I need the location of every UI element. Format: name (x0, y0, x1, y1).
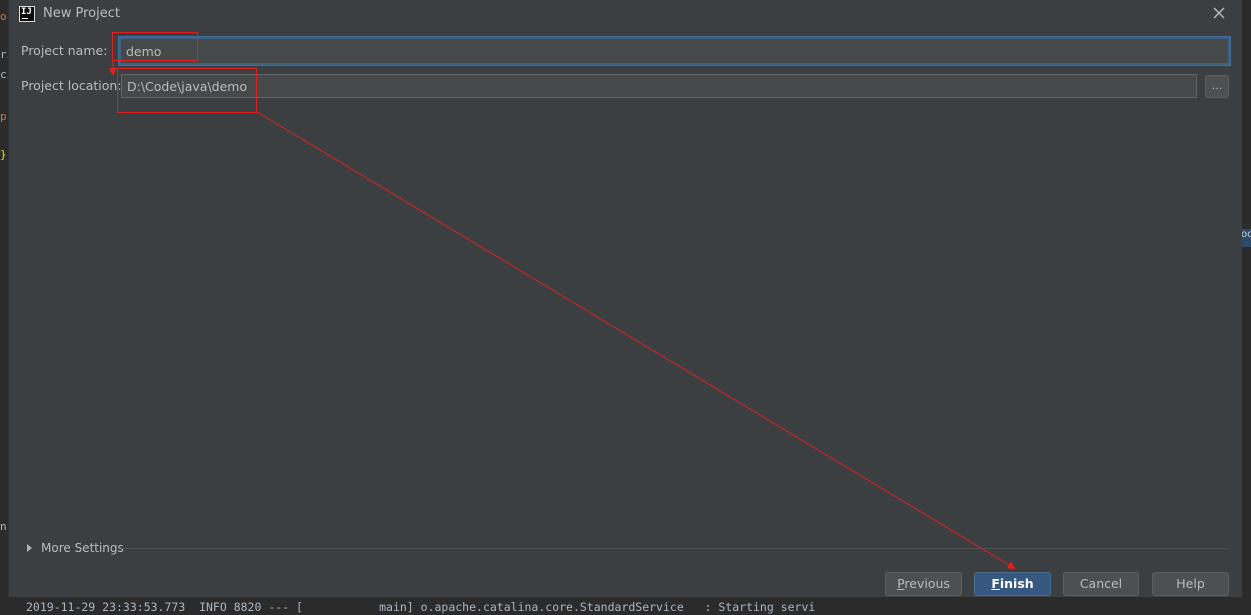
ellipsis-icon: ... (1211, 79, 1223, 92)
project-name-input[interactable] (119, 37, 1230, 65)
help-button[interactable]: Help (1152, 572, 1229, 596)
finish-mnemonic: F (991, 576, 1000, 591)
bg-code-fragment: n (0, 520, 7, 533)
bg-code-fragment: ci (0, 68, 8, 81)
project-location-label: Project location: (21, 78, 122, 93)
dialog-title: New Project (43, 6, 120, 21)
previous-button[interactable]: Previous (885, 572, 962, 596)
background-editor-right-edge: oc (1241, 0, 1251, 615)
dialog-titlebar: IJ New Project (9, 0, 1242, 28)
previous-label-rest: revious (904, 576, 950, 591)
background-console: 2019-11-29 23:33:53.773 INFO 8820 --- [ … (0, 597, 1251, 615)
new-project-dialog: IJ New Project Project name: Project loc… (8, 0, 1242, 597)
project-location-input[interactable] (121, 74, 1197, 98)
console-line: 2019-11-29 23:33:53.773 INFO 8820 --- [ … (26, 600, 816, 614)
more-settings-label: More Settings (41, 541, 124, 555)
bg-code-fragment: p (0, 110, 7, 123)
finish-button[interactable]: Finish (974, 572, 1051, 596)
settings-separator (121, 548, 1228, 549)
bg-code-fragment: } (0, 148, 7, 161)
project-name-label: Project name: (21, 43, 108, 58)
cancel-button[interactable]: Cancel (1063, 572, 1139, 596)
expand-triangle-icon (27, 544, 32, 552)
close-icon[interactable] (1210, 4, 1228, 22)
background-editor-edge: or ri ci p } n (0, 0, 8, 615)
finish-label-rest: inish (999, 576, 1034, 591)
intellij-idea-icon: IJ (19, 6, 35, 22)
browse-button[interactable]: ... (1205, 75, 1229, 98)
bg-tag: oc (1241, 229, 1251, 247)
bg-code-fragment: or (0, 10, 8, 23)
bg-code-fragment: ri (0, 48, 8, 61)
